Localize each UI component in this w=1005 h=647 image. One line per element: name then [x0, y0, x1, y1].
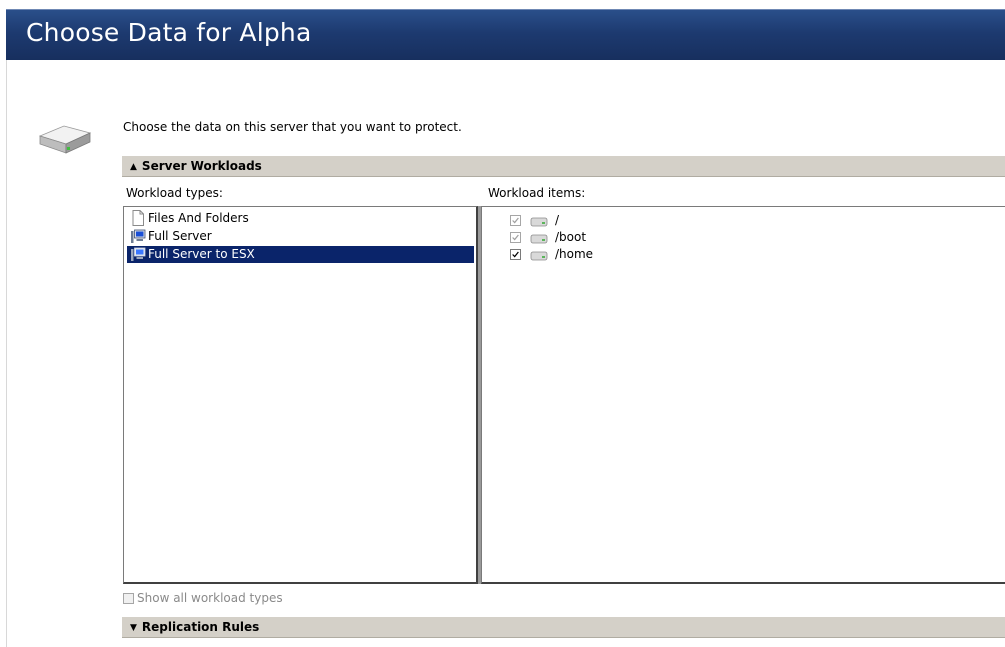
checkbox-unchecked-disabled[interactable]	[123, 593, 134, 604]
server-icon	[131, 229, 146, 243]
workload-types-list[interactable]: Files And Folders Full Server Full Serve…	[123, 206, 478, 584]
server-esx-icon	[131, 247, 146, 261]
workload-type-files-and-folders[interactable]: Files And Folders	[127, 210, 474, 227]
workload-types-label: Workload types:	[126, 186, 223, 200]
workload-type-full-server[interactable]: Full Server	[127, 228, 474, 245]
expand-arrow-icon: ▼	[130, 623, 137, 633]
file-icon	[132, 210, 144, 226]
drive-icon	[530, 251, 548, 261]
workload-item-label: /boot	[555, 230, 587, 244]
checkbox-checked-disabled[interactable]	[510, 232, 521, 243]
checkbox-checked[interactable]	[510, 249, 521, 260]
workload-type-full-server-to-esx[interactable]: Full Server to ESX	[127, 246, 474, 263]
title-bar: Choose Data for Alpha	[6, 9, 1005, 60]
workload-items-label: Workload items:	[488, 186, 586, 200]
workload-type-label: Full Server	[148, 229, 212, 243]
hard-drive-icon	[38, 125, 92, 154]
workload-type-label: Full Server to ESX	[148, 247, 255, 261]
section-label: Replication Rules	[141, 620, 260, 634]
collapse-arrow-icon: ▲	[130, 162, 137, 172]
checkbox-checked-disabled[interactable]	[510, 215, 521, 226]
server-workloads-header[interactable]: ▲ Server Workloads	[122, 156, 1005, 177]
replication-rules-header[interactable]: ▼ Replication Rules	[122, 617, 1005, 638]
show-all-label: Show all workload types	[137, 591, 283, 605]
workload-item-label: /	[555, 213, 560, 227]
show-all-workload-types[interactable]: Show all workload types	[123, 591, 283, 605]
workload-items-list[interactable]: / /boot /home	[481, 206, 1005, 584]
workload-item-label: /home	[555, 247, 594, 261]
section-label: Server Workloads	[141, 159, 262, 173]
drive-icon	[530, 217, 548, 227]
workload-type-label: Files And Folders	[148, 211, 249, 225]
drive-icon	[530, 234, 548, 244]
left-border	[6, 60, 7, 647]
page-title: Choose Data for Alpha	[26, 18, 312, 47]
intro-text: Choose the data on this server that you …	[123, 120, 462, 134]
